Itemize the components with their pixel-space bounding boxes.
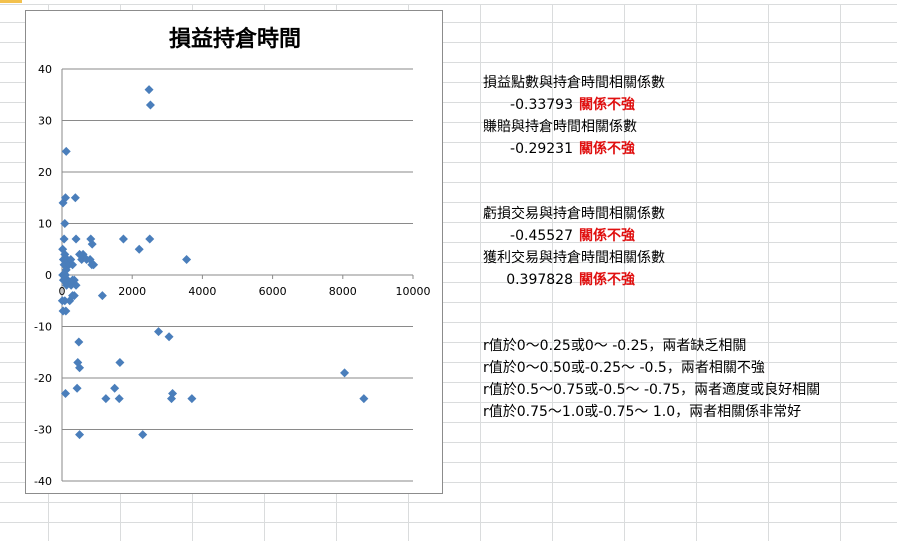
data-point (134, 244, 144, 254)
note-value: 0.397828 (506, 272, 573, 288)
y-tick-label: -30 (34, 424, 52, 437)
chart-area[interactable]: 損益持倉時間 40 30 20 10 0 -10 -20 -30 -40 0 2000 4000 60… (25, 10, 443, 494)
x-tick-label: 6000 (259, 285, 287, 298)
scatter-chart: 損益持倉時間 40 30 20 10 0 -10 -20 -30 -40 0 2000 4000 60… (34, 26, 431, 488)
data-point (97, 291, 107, 301)
rule-line: r值於0～0.25或0～ -0.25，兩者缺乏相關 (483, 338, 747, 354)
data-point (75, 430, 85, 440)
note-verdict: 關係不強 (579, 141, 635, 157)
data-point (115, 358, 125, 368)
data-point (154, 327, 164, 337)
data-point (70, 193, 80, 203)
rule-line: r值於0～0.50或-0.25～ -0.5，兩者相關不強 (483, 360, 765, 376)
data-point (71, 234, 81, 244)
note-verdict: 關係不強 (579, 228, 635, 244)
y-tick-label: 20 (38, 166, 52, 179)
correlation-block-2: 虧損交易與持倉時間相關係數 -0.45527 關係不強 獲利交易與持倉時間相關係數… (483, 203, 665, 291)
data-point (118, 234, 128, 244)
y-tick-label: -20 (34, 372, 52, 385)
data-point (72, 383, 82, 393)
chart-title: 損益持倉時間 (169, 26, 301, 52)
y-tick-label: -40 (34, 475, 52, 488)
note-verdict: 關係不強 (579, 97, 635, 113)
data-point (144, 85, 154, 95)
data-point (138, 430, 148, 440)
x-tick-labels: 0 2000 4000 6000 8000 10000 (59, 285, 431, 298)
data-point (187, 394, 197, 404)
note-label: 賺賠與持倉時間相關係數 (483, 119, 637, 135)
sheet-top-strip (0, 0, 897, 5)
note-label: 獲利交易與持倉時間相關係數 (483, 250, 665, 266)
data-point (101, 394, 111, 404)
y-tick-label: 0 (45, 269, 52, 282)
x-tick-label: 4000 (188, 285, 216, 298)
x-tick-label: 10000 (396, 285, 431, 298)
data-point (145, 100, 155, 110)
data-point (182, 255, 192, 265)
r-value-rules: r值於0～0.25或0～ -0.25，兩者缺乏相關 r值於0～0.50或-0.2… (483, 335, 820, 423)
data-point (359, 394, 369, 404)
x-tick-label: 8000 (329, 285, 357, 298)
x-tick-label: 2000 (118, 285, 146, 298)
y-tick-label: 10 (38, 218, 52, 231)
note-value: -0.45527 (510, 228, 573, 244)
y-tick-label: 40 (38, 63, 52, 76)
correlation-block-1: 損益點數與持倉時間相關係數 -0.33793 關係不強 賺賠與持倉時間相關係數 -… (483, 72, 665, 160)
rule-line: r值於0.75～1.0或-0.75～ 1.0，兩者相關係非常好 (483, 404, 802, 420)
selected-cell-marker[interactable] (0, 0, 22, 3)
grid-lines (61, 68, 414, 482)
note-label: 損益點數與持倉時間相關係數 (483, 75, 665, 91)
data-point (145, 234, 155, 244)
note-value: -0.33793 (510, 97, 573, 113)
data-point (114, 394, 124, 404)
data-point (61, 146, 71, 156)
y-tick-label: 30 (38, 115, 52, 128)
data-points (57, 85, 369, 440)
note-label: 虧損交易與持倉時間相關係數 (483, 206, 665, 222)
data-point (164, 332, 174, 342)
y-tick-labels: 40 30 20 10 0 -10 -20 -30 -40 (34, 63, 52, 488)
data-point (74, 337, 84, 347)
y-tick-label: -10 (34, 321, 52, 334)
data-point (59, 234, 69, 244)
note-verdict: 關係不強 (579, 272, 635, 288)
note-value: -0.29231 (510, 141, 573, 157)
data-point (340, 368, 350, 378)
data-point (110, 383, 120, 393)
rule-line: r值於0.5～0.75或-0.5～ -0.75，兩者適度或良好相關 (483, 382, 821, 398)
